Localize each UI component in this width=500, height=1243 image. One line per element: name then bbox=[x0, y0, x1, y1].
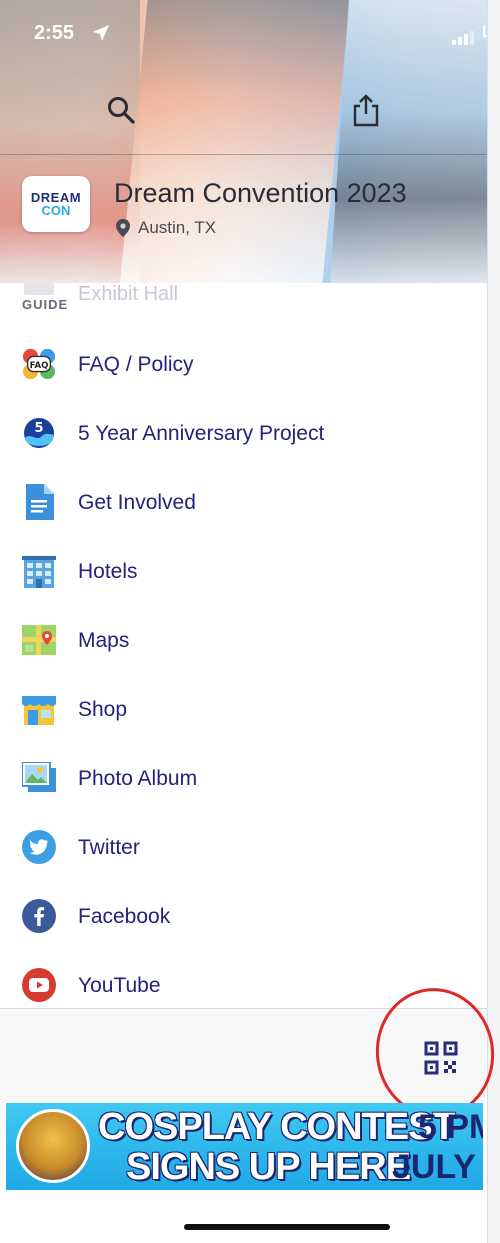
status-time: 2:55 bbox=[34, 22, 75, 44]
map-pin-icon bbox=[116, 219, 130, 237]
guide-item-get-involved[interactable]: Get Involved bbox=[0, 475, 487, 533]
guide-item-label: Shop bbox=[78, 698, 128, 721]
share-icon bbox=[353, 94, 379, 127]
guide-item-label: YouTube bbox=[78, 974, 161, 997]
list-item-exhibit-hall[interactable]: Exhibit Hall bbox=[78, 283, 178, 306]
hotel-icon bbox=[22, 554, 56, 588]
guide-item-label: Hotels bbox=[78, 560, 138, 583]
guide-item-label: Twitter bbox=[78, 836, 140, 859]
section-label-guide: GUIDE bbox=[22, 297, 69, 312]
status-bar: 2:55 LT bbox=[34, 22, 487, 50]
document-icon bbox=[22, 484, 56, 520]
cosplayer-avatar bbox=[16, 1109, 90, 1183]
photo-album-icon bbox=[22, 761, 56, 795]
guide-item-shop[interactable]: Shop bbox=[0, 682, 487, 740]
guide-item-maps[interactable]: Maps bbox=[0, 613, 487, 671]
guide-item-label: 5 Year Anniversary Project bbox=[78, 422, 325, 445]
location-arrow-icon bbox=[92, 24, 110, 48]
svg-text:5: 5 bbox=[34, 421, 43, 436]
guide-item-photo-album[interactable]: Photo Album bbox=[0, 751, 487, 809]
guide-list: Exhibit Hall GUIDE FAQ FAQ / Policy 5 5 … bbox=[0, 283, 487, 1008]
faq-icon: FAQ bbox=[22, 347, 56, 381]
guide-item-facebook[interactable]: Facebook bbox=[0, 889, 487, 947]
exhibit-hall-icon bbox=[24, 283, 54, 295]
event-location: Austin, TX bbox=[116, 218, 216, 238]
guide-item-label: Facebook bbox=[78, 905, 171, 928]
guide-item-faq[interactable]: FAQ FAQ / Policy bbox=[0, 337, 487, 395]
event-logo: DREAM CON bbox=[22, 176, 90, 232]
guide-item-hotels[interactable]: Hotels bbox=[0, 544, 487, 602]
shop-icon bbox=[22, 692, 56, 726]
event-location-text: Austin, TX bbox=[138, 218, 217, 237]
cosplay-contest-banner[interactable]: COSPLAY CONTEST SIGNS UP HERE 5 PM JULY … bbox=[6, 1103, 483, 1190]
banner-line1: COSPLAY CONTEST bbox=[98, 1106, 456, 1148]
search-button[interactable] bbox=[99, 88, 143, 132]
guide-item-label: Photo Album bbox=[78, 767, 198, 790]
header-divider bbox=[0, 154, 487, 155]
signal-bars-icon bbox=[452, 28, 476, 51]
twitter-icon bbox=[22, 830, 56, 864]
map-icon bbox=[22, 623, 56, 657]
guide-item-label: FAQ / Policy bbox=[78, 353, 194, 376]
guide-item-label: Get Involved bbox=[78, 491, 196, 514]
guide-item-twitter[interactable]: Twitter bbox=[0, 820, 487, 878]
guide-item-label: Maps bbox=[78, 629, 130, 652]
banner-date: JULY 29 bbox=[392, 1148, 483, 1186]
status-carrier: LT bbox=[482, 24, 487, 41]
banner-time: 5 PM bbox=[418, 1108, 483, 1146]
banner-line2: SIGNS UP HERE bbox=[126, 1146, 411, 1188]
facebook-icon bbox=[22, 899, 56, 933]
youtube-icon bbox=[22, 968, 56, 1002]
event-header: 2:55 LT DREAM CON Dream Convention 2023 bbox=[0, 0, 487, 283]
anniversary-icon: 5 bbox=[22, 416, 56, 450]
event-title: Dream Convention 2023 bbox=[114, 178, 407, 208]
event-logo-line2: CON bbox=[41, 203, 71, 218]
search-icon bbox=[108, 97, 135, 124]
guide-item-anniversary[interactable]: 5 5 Year Anniversary Project bbox=[0, 406, 487, 464]
home-indicator[interactable] bbox=[184, 1224, 390, 1230]
svg-text:FAQ: FAQ bbox=[30, 361, 49, 371]
share-button[interactable] bbox=[344, 88, 388, 132]
